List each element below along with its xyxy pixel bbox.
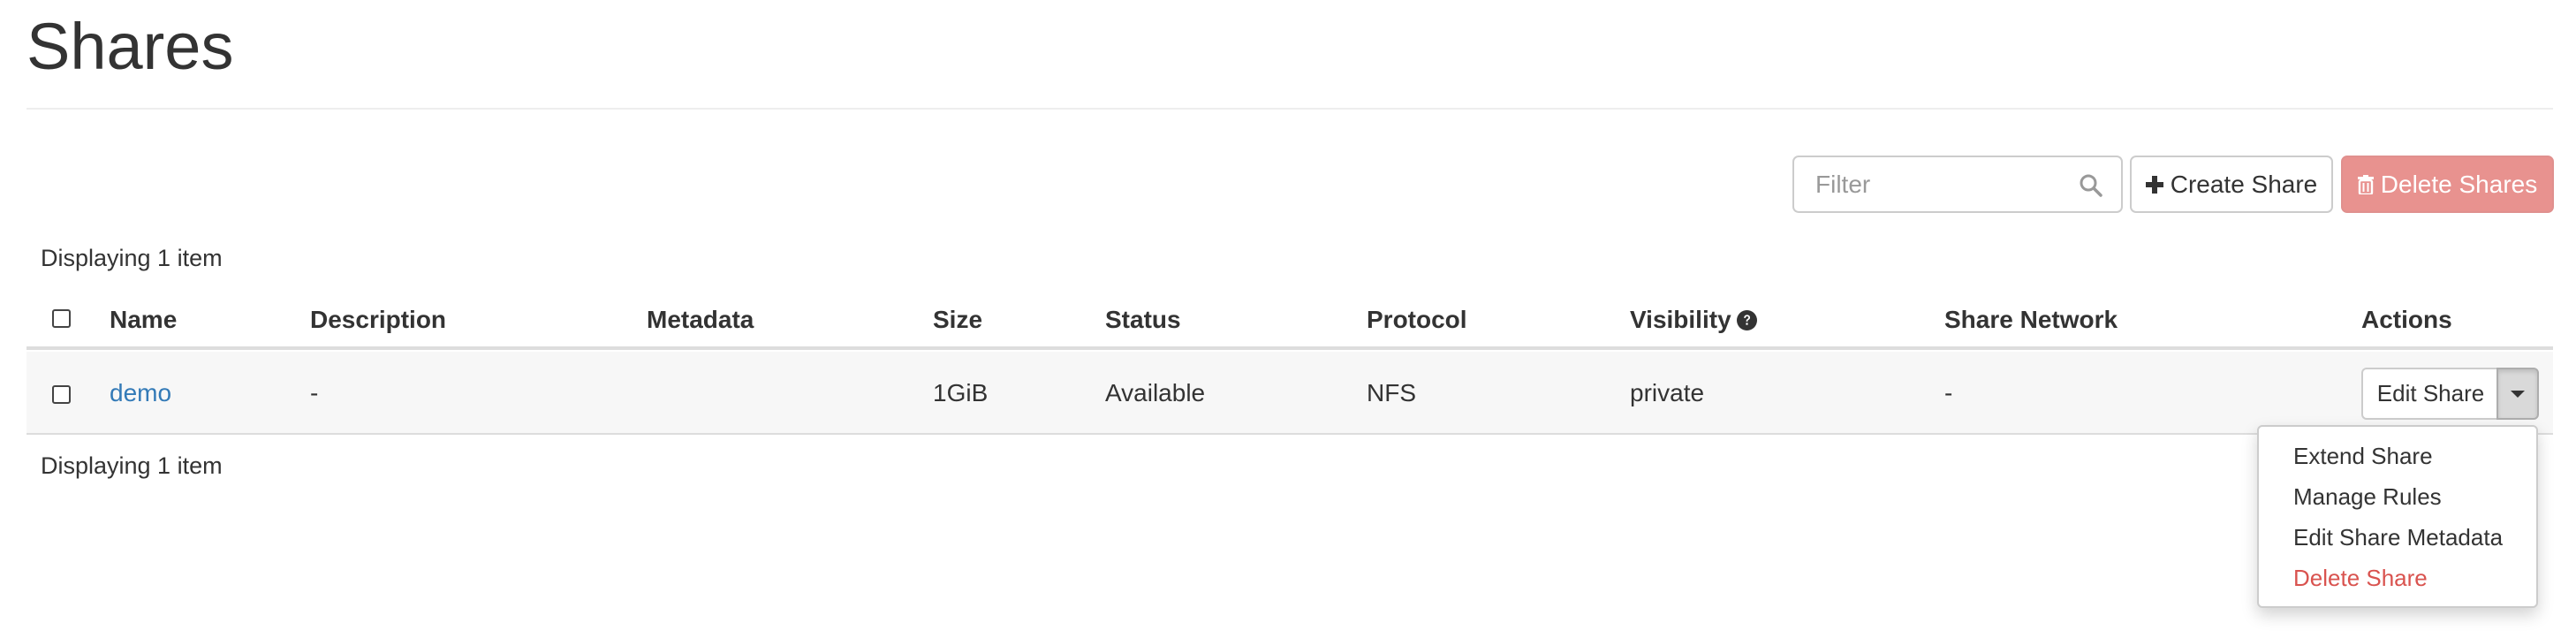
row-checkbox[interactable] — [52, 385, 71, 404]
menu-item-delete-share[interactable]: Delete Share — [2259, 558, 2536, 598]
trash-icon — [2357, 174, 2374, 194]
shares-page: Shares Create Share Delete Shares Displa… — [0, 0, 2576, 638]
column-header-name[interactable]: Name — [110, 306, 177, 334]
menu-item-edit-share-metadata[interactable]: Edit Share Metadata — [2259, 517, 2536, 558]
share-status: Available — [1105, 379, 1206, 406]
column-header-actions: Actions — [2361, 306, 2452, 333]
delete-shares-label: Delete Shares — [2380, 171, 2538, 198]
column-header-metadata[interactable]: Metadata — [647, 306, 754, 334]
filter-input[interactable] — [1794, 157, 2121, 211]
menu-item-manage-rules[interactable]: Manage Rules — [2259, 476, 2536, 517]
share-size: 1GiB — [933, 379, 989, 406]
table-header: Name Description Metadata Size Status Pr… — [27, 292, 2553, 350]
item-count-top: Displaying 1 item — [41, 245, 223, 271]
table-row: demo - 1GiB Available NFS private - — [27, 352, 2553, 435]
search-icon[interactable] — [2079, 173, 2103, 198]
question-circle-icon[interactable] — [1736, 310, 1757, 330]
column-header-visibility[interactable]: Visibility — [1630, 306, 1757, 334]
share-name-link[interactable]: demo — [110, 379, 171, 407]
column-header-visibility-label: Visibility — [1630, 306, 1731, 333]
delete-shares-button[interactable]: Delete Shares — [2341, 156, 2554, 213]
share-protocol: NFS — [1367, 379, 1416, 406]
plus-icon — [2145, 175, 2163, 194]
column-header-protocol[interactable]: Protocol — [1367, 306, 1467, 334]
column-header-status[interactable]: Status — [1105, 306, 1181, 334]
create-share-label: Create Share — [2170, 171, 2318, 198]
select-all-checkbox[interactable] — [52, 309, 71, 328]
column-header-size[interactable]: Size — [933, 306, 982, 334]
row-actions-dropdown-toggle[interactable] — [2496, 368, 2539, 420]
edit-share-button[interactable]: Edit Share — [2361, 368, 2498, 420]
column-header-description[interactable]: Description — [310, 306, 446, 334]
menu-item-extend-share[interactable]: Extend Share — [2259, 436, 2536, 476]
share-visibility: private — [1630, 379, 1705, 406]
item-count-bottom: Displaying 1 item — [41, 452, 223, 479]
create-share-button[interactable]: Create Share — [2130, 156, 2333, 213]
caret-down-icon — [2511, 390, 2525, 398]
filter-field[interactable] — [1792, 156, 2123, 213]
share-network: - — [1944, 379, 1953, 406]
share-description: - — [310, 379, 319, 406]
column-header-share-network[interactable]: Share Network — [1944, 306, 2118, 334]
title-divider — [27, 108, 2553, 110]
page-title: Shares — [27, 10, 234, 83]
row-actions-menu: Extend Share Manage Rules Edit Share Met… — [2257, 425, 2538, 608]
